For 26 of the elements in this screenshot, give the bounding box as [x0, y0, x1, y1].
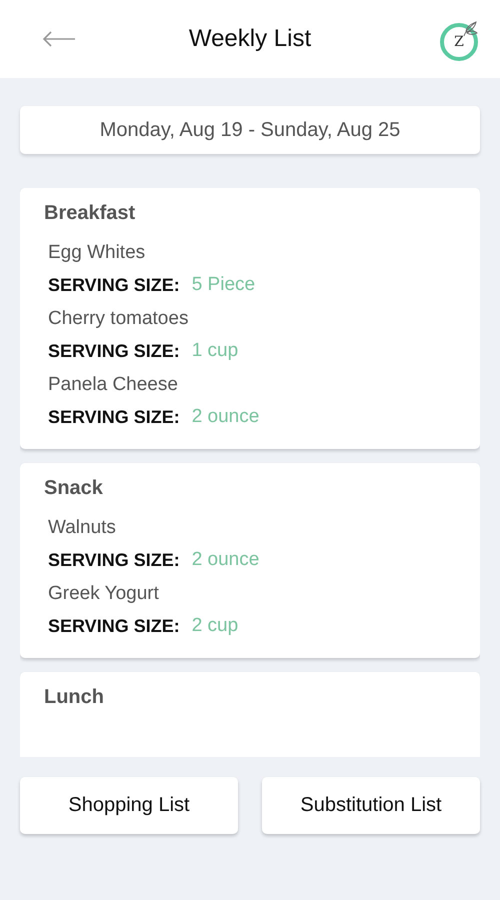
serving-size-label: SERVING SIZE: [48, 615, 180, 638]
meal-title: Lunch [44, 686, 105, 709]
serving-size-label: SERVING SIZE: [48, 274, 180, 297]
shopping-list-button[interactable]: Shopping List [20, 777, 238, 834]
food-name: Panela Cheese [48, 373, 179, 397]
food-name: Egg Whites [48, 241, 146, 265]
logo-letter: Z [440, 23, 478, 61]
serving-size-value: 2 ounce [192, 548, 260, 572]
serving-size-label: SERVING SIZE: [48, 549, 180, 572]
serving-size-value: 1 cup [192, 339, 238, 363]
meal-title: Snack [44, 477, 104, 500]
serving-size-value: 5 Piece [192, 273, 256, 297]
meal-title: Breakfast [44, 202, 136, 225]
page-title: Weekly List [188, 25, 312, 53]
date-range: Monday, Aug 19 - Sunday, Aug 25 [100, 118, 400, 142]
serving-size-value: 2 ounce [192, 405, 260, 429]
food-name: Greek Yogurt [48, 582, 160, 606]
food-name: Cherry tomatoes [48, 307, 190, 331]
date-range-card[interactable]: Monday, Aug 19 - Sunday, Aug 25 [20, 106, 480, 154]
food-name: Walnuts [48, 516, 117, 540]
leaf-icon [462, 21, 478, 37]
serving-size-label: SERVING SIZE: [48, 406, 180, 429]
serving-size-label: SERVING SIZE: [48, 340, 180, 363]
serving-size-value: 2 cup [192, 614, 238, 638]
substitution-list-button[interactable]: Substitution List [262, 777, 480, 834]
back-arrow-icon[interactable] [42, 31, 76, 47]
